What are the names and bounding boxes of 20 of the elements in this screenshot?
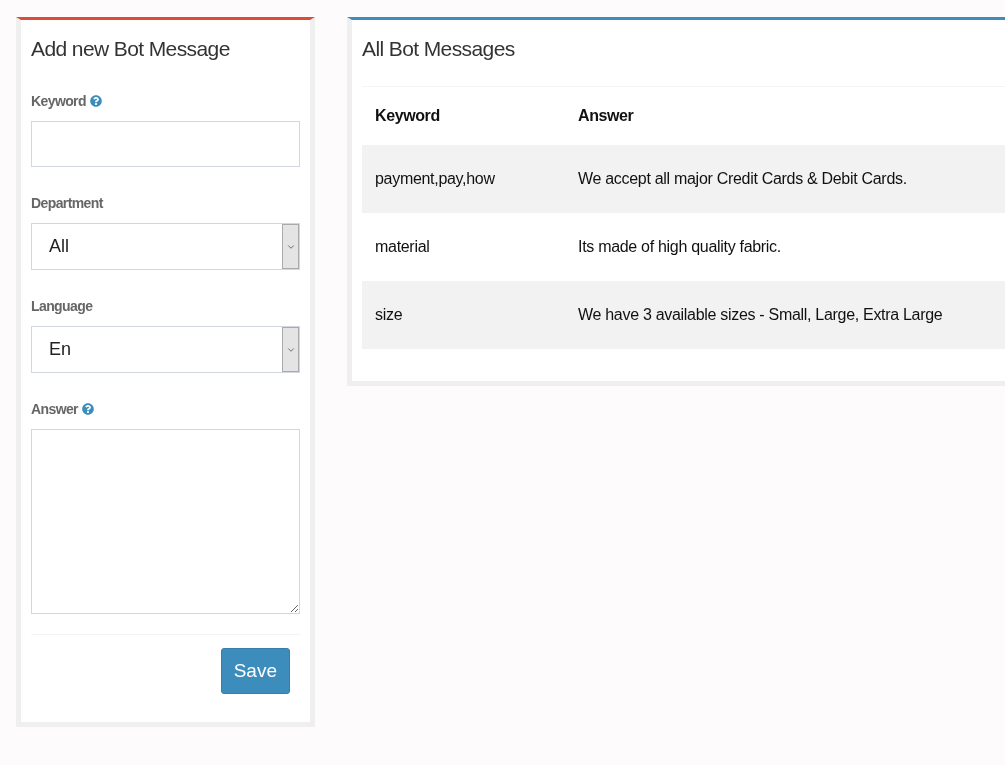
field-label: Department	[31, 195, 103, 211]
dropdown-select[interactable]: En	[31, 326, 300, 373]
table-cell: We accept all major Credit Cards & Debit Cards.	[565, 145, 1005, 213]
keyword-input[interactable]	[31, 121, 300, 167]
save-button[interactable]: Save	[220, 648, 290, 694]
field-label: Answer	[31, 401, 78, 417]
table-cell: Its made of high quality fabric.	[565, 213, 1005, 281]
table-cell: We have 3 available sizes - Small, Large, Extra Large	[565, 281, 1005, 349]
field-label: Keyword	[31, 93, 86, 109]
card-title: All Bot Messages	[362, 36, 516, 62]
column-header: Keyword	[362, 87, 565, 145]
column-header: Answer	[565, 87, 1005, 145]
field-label: Language	[31, 298, 93, 314]
table-cell: payment,pay,how	[362, 145, 565, 213]
table-cell: size	[362, 281, 565, 349]
card-title: Add new Bot Message	[31, 36, 230, 62]
dropdown-select[interactable]: All	[31, 223, 300, 270]
table-cell: material	[362, 213, 565, 281]
help-icon[interactable]	[82, 403, 94, 415]
help-icon[interactable]	[89, 95, 102, 107]
